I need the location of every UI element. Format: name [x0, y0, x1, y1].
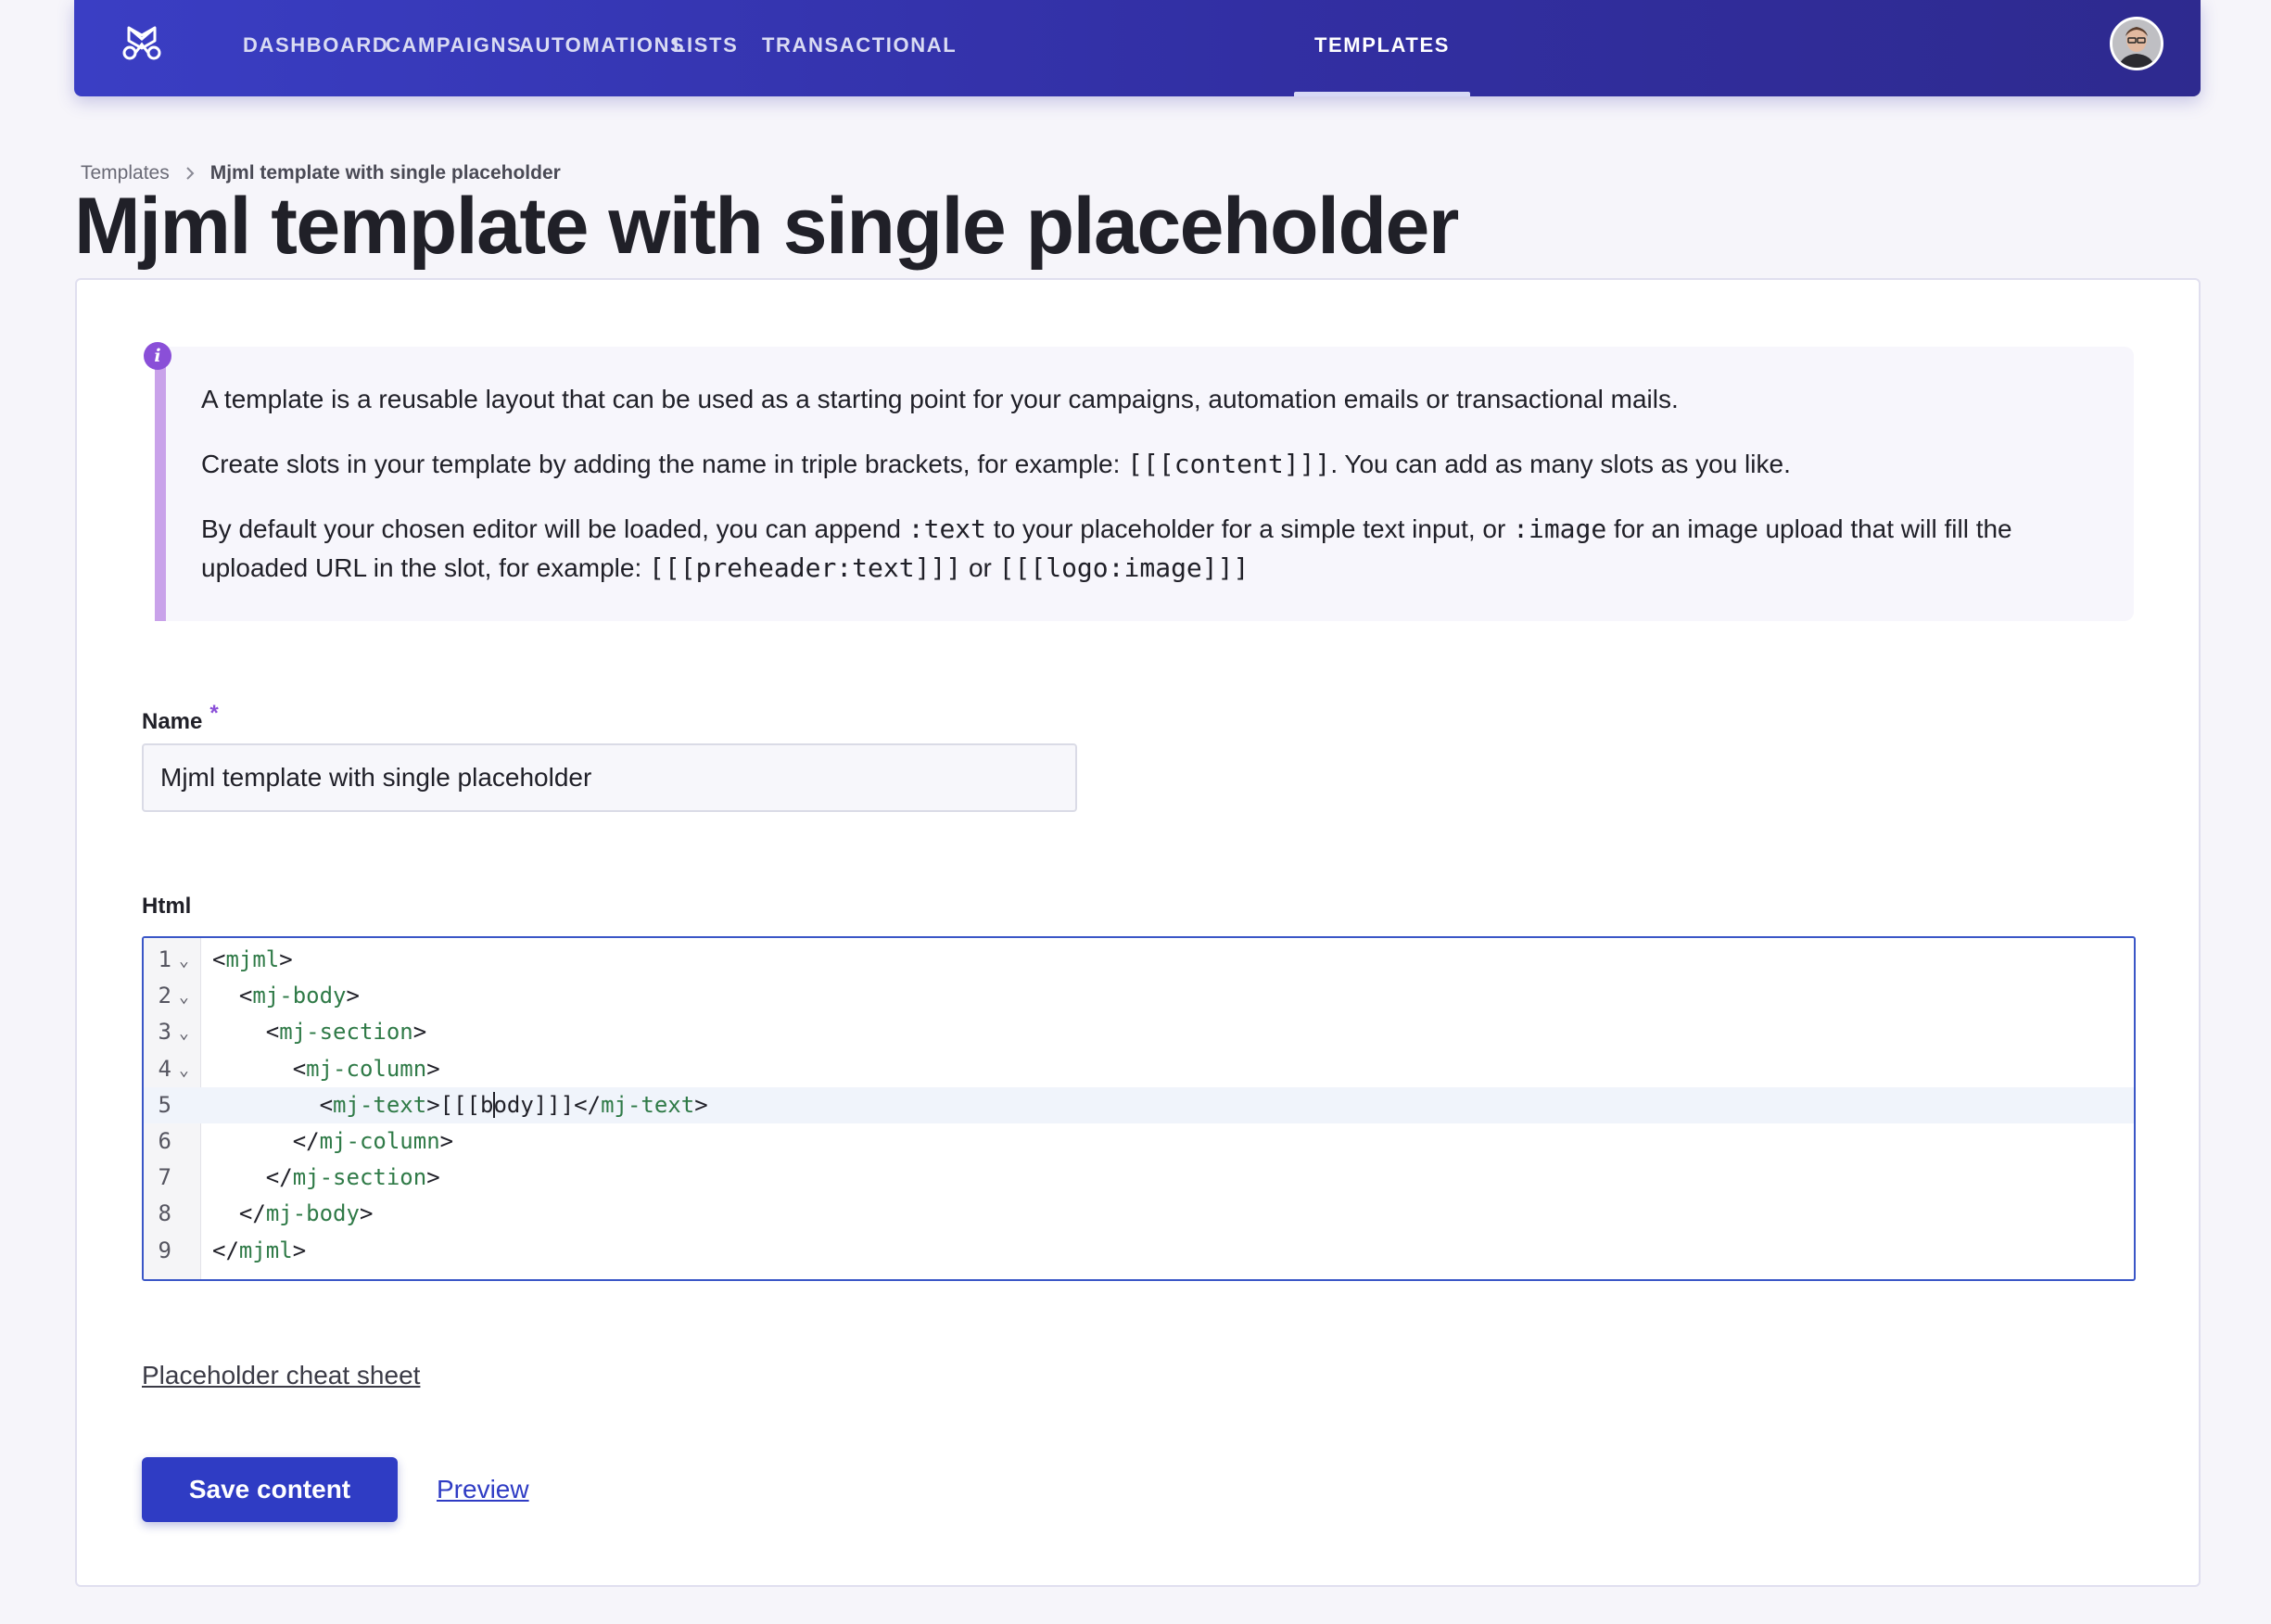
info-paragraph-3: By default your chosen editor will be lo… — [201, 514, 2012, 583]
code-line[interactable]: 4 ⌄ <mj-column> — [144, 1051, 2134, 1087]
nav-templates[interactable]: TEMPLATES — [1294, 0, 1470, 96]
info-accent-bar — [155, 347, 166, 621]
chevron-right-icon — [186, 167, 195, 180]
code-line[interactable]: 2 ⌄ <mj-body> — [144, 978, 2134, 1014]
info-paragraph-2: Create slots in your template by adding … — [201, 449, 1791, 479]
required-marker: * — [209, 701, 219, 726]
code-line[interactable]: 5 <mj-text>[[[body]]]</mj-text> — [144, 1086, 2134, 1123]
fold-chevron-icon[interactable]: ⌄ — [179, 979, 192, 1015]
code-text: <mj-section> — [265, 1019, 427, 1046]
line-number: 1 — [158, 946, 171, 972]
code-line[interactable]: 1 ⌄ <mjml> — [144, 942, 2134, 978]
line-number: 6 — [158, 1128, 171, 1154]
user-avatar[interactable] — [2110, 17, 2163, 70]
line-number: 4 — [158, 1055, 171, 1082]
code-text: </mj-section> — [265, 1164, 440, 1191]
name-label: Name * — [142, 701, 219, 734]
fold-chevron-icon[interactable]: ⌄ — [179, 1052, 192, 1088]
name-input[interactable] — [142, 743, 1077, 812]
fold-chevron-icon[interactable]: ⌄ — [179, 1015, 192, 1051]
html-code-editor[interactable]: 1 ⌄ <mjml> 2 ⌄ <mj-body> 3 ⌄ <mj-section> 4 ⌄ <m… — [142, 936, 2136, 1281]
code-line[interactable]: 8 </mj-body> — [144, 1196, 2134, 1232]
line-number: 2 — [158, 983, 171, 1009]
line-number: 8 — [158, 1200, 171, 1227]
info-icon: i — [144, 342, 171, 370]
template-form-card: i A template is a reusable layout that c… — [75, 278, 2201, 1587]
info-paragraph-1: A template is a reusable layout that can… — [201, 385, 1679, 413]
code-text: <mj-text>[[[body]]]</mj-text> — [319, 1091, 708, 1118]
line-number: 7 — [158, 1164, 171, 1191]
code-line[interactable]: 6 </mj-column> — [144, 1123, 2134, 1160]
code-line[interactable]: 3 ⌄ <mj-section> — [144, 1014, 2134, 1050]
code-text: <mj-body> — [238, 983, 360, 1009]
fold-chevron-icon[interactable]: ⌄ — [179, 943, 192, 979]
nav-transactional[interactable]: TRANSACTIONAL — [742, 0, 977, 96]
line-number: 9 — [158, 1237, 171, 1263]
mailcoach-logo-icon[interactable] — [121, 24, 163, 61]
line-number: 3 — [158, 1019, 171, 1046]
code-line[interactable]: 7 </mj-section> — [144, 1160, 2134, 1196]
preview-link[interactable]: Preview — [437, 1475, 529, 1504]
placeholder-cheat-sheet-link[interactable]: Placeholder cheat sheet — [142, 1361, 420, 1390]
info-text: A template is a reusable layout that can… — [201, 380, 2111, 614]
save-content-button[interactable]: Save content — [142, 1457, 398, 1522]
code-text: </mjml> — [212, 1237, 307, 1263]
page-title: Mjml template with single placeholder — [74, 182, 1459, 271]
code-text: </mj-column> — [292, 1128, 454, 1154]
top-navbar: DASHBOARD CAMPAIGNS AUTOMATIONS LISTS TR… — [74, 0, 2201, 96]
code-line[interactable]: 9 </mjml> — [144, 1233, 2134, 1269]
html-label: Html — [142, 894, 192, 919]
line-number: 5 — [158, 1091, 171, 1118]
code-text: </mj-body> — [238, 1200, 374, 1227]
avatar-image-icon — [2112, 19, 2161, 68]
code-text: <mjml> — [212, 946, 293, 972]
code-text: <mj-column> — [292, 1055, 440, 1082]
info-callout: i A template is a reusable layout that c… — [144, 342, 2134, 621]
